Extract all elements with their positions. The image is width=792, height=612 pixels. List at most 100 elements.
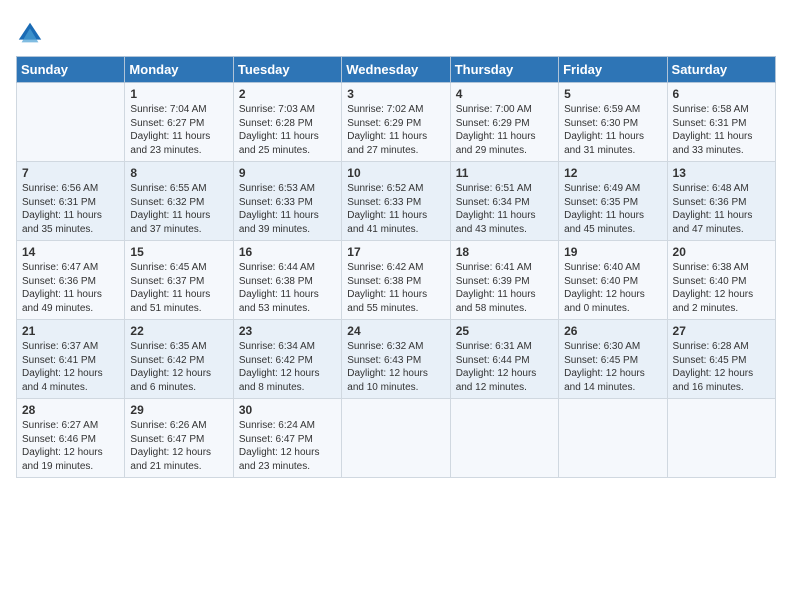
calendar-cell [667,399,775,478]
calendar-cell: 6Sunrise: 6:58 AM Sunset: 6:31 PM Daylig… [667,83,775,162]
day-number: 2 [239,87,336,101]
cell-content: Sunrise: 6:45 AM Sunset: 6:37 PM Dayligh… [130,261,227,315]
day-number: 23 [239,324,336,338]
calendar-cell: 30Sunrise: 6:24 AM Sunset: 6:47 PM Dayli… [233,399,341,478]
cell-content: Sunrise: 6:32 AM Sunset: 6:43 PM Dayligh… [347,340,444,394]
day-number: 12 [564,166,661,180]
day-number: 19 [564,245,661,259]
day-number: 4 [456,87,553,101]
day-number: 15 [130,245,227,259]
cell-content: Sunrise: 6:28 AM Sunset: 6:45 PM Dayligh… [673,340,770,394]
calendar-cell: 2 Sunrise: 7:03 AM Sunset: 6:28 PM Daylig… [233,83,341,162]
calendar-cell: 3 Sunrise: 7:02 AM Sunset: 6:29 PM Daylig… [342,83,450,162]
calendar-cell: 15 Sunrise: 6:45 AM Sunset: 6:37 PM Dayli… [125,241,233,320]
cell-content: Sunrise: 6:41 AM Sunset: 6:39 PM Dayligh… [456,261,553,315]
calendar-cell: 26 Sunrise: 6:30 AM Sunset: 6:45 PM Dayli… [559,320,667,399]
day-number: 29 [130,403,227,417]
cell-content: Sunrise: 6:51 AM Sunset: 6:34 PM Dayligh… [456,182,553,236]
day-number: 1 [130,87,227,101]
day-number: 24 [347,324,444,338]
calendar-cell: 7 Sunrise: 6:56 AM Sunset: 6:31 PM Daylig… [17,162,125,241]
calendar-cell [17,83,125,162]
day-number: 7 [22,166,119,180]
day-header-monday: Monday [125,57,233,83]
page-container: SundayMondayTuesdayWednesdayThursdayFrid… [0,0,792,486]
cell-content: Sunrise: 6:55 AM Sunset: 6:32 PM Dayligh… [130,182,227,236]
calendar-cell: 28 Sunrise: 6:27 AM Sunset: 6:46 PM Dayli… [17,399,125,478]
calendar-cell [559,399,667,478]
day-number: 22 [130,324,227,338]
cell-content: Sunrise: 6:26 AM Sunset: 6:47 PM Dayligh… [130,419,227,473]
logo-icon [16,20,44,48]
cell-content: Sunrise: 7:03 AM Sunset: 6:28 PM Dayligh… [239,103,336,157]
week-row-3: 14 Sunrise: 6:47 AM Sunset: 6:36 PM Dayli… [17,241,776,320]
header-row: SundayMondayTuesdayWednesdayThursdayFrid… [17,57,776,83]
calendar-cell [450,399,558,478]
day-number: 26 [564,324,661,338]
day-number: 27 [673,324,770,338]
cell-content: Sunrise: 6:30 AM Sunset: 6:45 PM Dayligh… [564,340,661,394]
day-number: 20 [673,245,770,259]
day-number: 21 [22,324,119,338]
calendar-cell: 8 Sunrise: 6:55 AM Sunset: 6:32 PM Daylig… [125,162,233,241]
cell-content: Sunrise: 6:56 AM Sunset: 6:31 PM Dayligh… [22,182,119,236]
day-number: 30 [239,403,336,417]
calendar-cell: 5Sunrise: 6:59 AM Sunset: 6:30 PM Daylig… [559,83,667,162]
logo [16,20,46,48]
cell-content: Sunrise: 7:00 AM Sunset: 6:29 PM Dayligh… [456,103,553,157]
cell-content: Sunrise: 6:59 AM Sunset: 6:30 PM Dayligh… [564,103,661,157]
day-header-sunday: Sunday [17,57,125,83]
calendar-cell: 21 Sunrise: 6:37 AM Sunset: 6:41 PM Dayli… [17,320,125,399]
cell-content: Sunrise: 7:04 AM Sunset: 6:27 PM Dayligh… [130,103,227,157]
calendar-cell: 18 Sunrise: 6:41 AM Sunset: 6:39 PM Dayli… [450,241,558,320]
week-row-1: 1 Sunrise: 7:04 AM Sunset: 6:27 PM Daylig… [17,83,776,162]
calendar-table: SundayMondayTuesdayWednesdayThursdayFrid… [16,56,776,478]
day-number: 28 [22,403,119,417]
cell-content: Sunrise: 6:44 AM Sunset: 6:38 PM Dayligh… [239,261,336,315]
cell-content: Sunrise: 6:35 AM Sunset: 6:42 PM Dayligh… [130,340,227,394]
calendar-cell: 16 Sunrise: 6:44 AM Sunset: 6:38 PM Dayli… [233,241,341,320]
calendar-cell: 14 Sunrise: 6:47 AM Sunset: 6:36 PM Dayli… [17,241,125,320]
cell-content: Sunrise: 6:27 AM Sunset: 6:46 PM Dayligh… [22,419,119,473]
cell-content: Sunrise: 6:34 AM Sunset: 6:42 PM Dayligh… [239,340,336,394]
cell-content: Sunrise: 6:52 AM Sunset: 6:33 PM Dayligh… [347,182,444,236]
day-number: 18 [456,245,553,259]
cell-content: Sunrise: 6:58 AM Sunset: 6:31 PM Dayligh… [673,103,770,157]
calendar-cell: 20Sunrise: 6:38 AM Sunset: 6:40 PM Dayli… [667,241,775,320]
cell-content: Sunrise: 6:49 AM Sunset: 6:35 PM Dayligh… [564,182,661,236]
cell-content: Sunrise: 6:40 AM Sunset: 6:40 PM Dayligh… [564,261,661,315]
cell-content: Sunrise: 6:53 AM Sunset: 6:33 PM Dayligh… [239,182,336,236]
day-header-saturday: Saturday [667,57,775,83]
week-row-5: 28 Sunrise: 6:27 AM Sunset: 6:46 PM Dayli… [17,399,776,478]
calendar-cell: 27 Sunrise: 6:28 AM Sunset: 6:45 PM Dayli… [667,320,775,399]
calendar-cell: 11Sunrise: 6:51 AM Sunset: 6:34 PM Dayli… [450,162,558,241]
calendar-cell: 23 Sunrise: 6:34 AM Sunset: 6:42 PM Dayli… [233,320,341,399]
day-number: 16 [239,245,336,259]
cell-content: Sunrise: 6:47 AM Sunset: 6:36 PM Dayligh… [22,261,119,315]
day-number: 8 [130,166,227,180]
cell-content: Sunrise: 7:02 AM Sunset: 6:29 PM Dayligh… [347,103,444,157]
cell-content: Sunrise: 6:31 AM Sunset: 6:44 PM Dayligh… [456,340,553,394]
calendar-cell: 13Sunrise: 6:48 AM Sunset: 6:36 PM Dayli… [667,162,775,241]
day-header-friday: Friday [559,57,667,83]
day-number: 3 [347,87,444,101]
day-number: 13 [673,166,770,180]
calendar-cell: 4 Sunrise: 7:00 AM Sunset: 6:29 PM Daylig… [450,83,558,162]
calendar-cell [342,399,450,478]
calendar-cell: 12 Sunrise: 6:49 AM Sunset: 6:35 PM Dayli… [559,162,667,241]
header [16,16,776,48]
day-number: 14 [22,245,119,259]
calendar-cell: 19 Sunrise: 6:40 AM Sunset: 6:40 PM Dayli… [559,241,667,320]
calendar-cell: 1 Sunrise: 7:04 AM Sunset: 6:27 PM Daylig… [125,83,233,162]
calendar-cell: 29 Sunrise: 6:26 AM Sunset: 6:47 PM Dayli… [125,399,233,478]
day-header-wednesday: Wednesday [342,57,450,83]
day-number: 25 [456,324,553,338]
calendar-cell: 9Sunrise: 6:53 AM Sunset: 6:33 PM Daylig… [233,162,341,241]
cell-content: Sunrise: 6:42 AM Sunset: 6:38 PM Dayligh… [347,261,444,315]
calendar-cell: 10 Sunrise: 6:52 AM Sunset: 6:33 PM Dayli… [342,162,450,241]
day-header-thursday: Thursday [450,57,558,83]
day-header-tuesday: Tuesday [233,57,341,83]
week-row-4: 21 Sunrise: 6:37 AM Sunset: 6:41 PM Dayli… [17,320,776,399]
day-number: 10 [347,166,444,180]
cell-content: Sunrise: 6:37 AM Sunset: 6:41 PM Dayligh… [22,340,119,394]
